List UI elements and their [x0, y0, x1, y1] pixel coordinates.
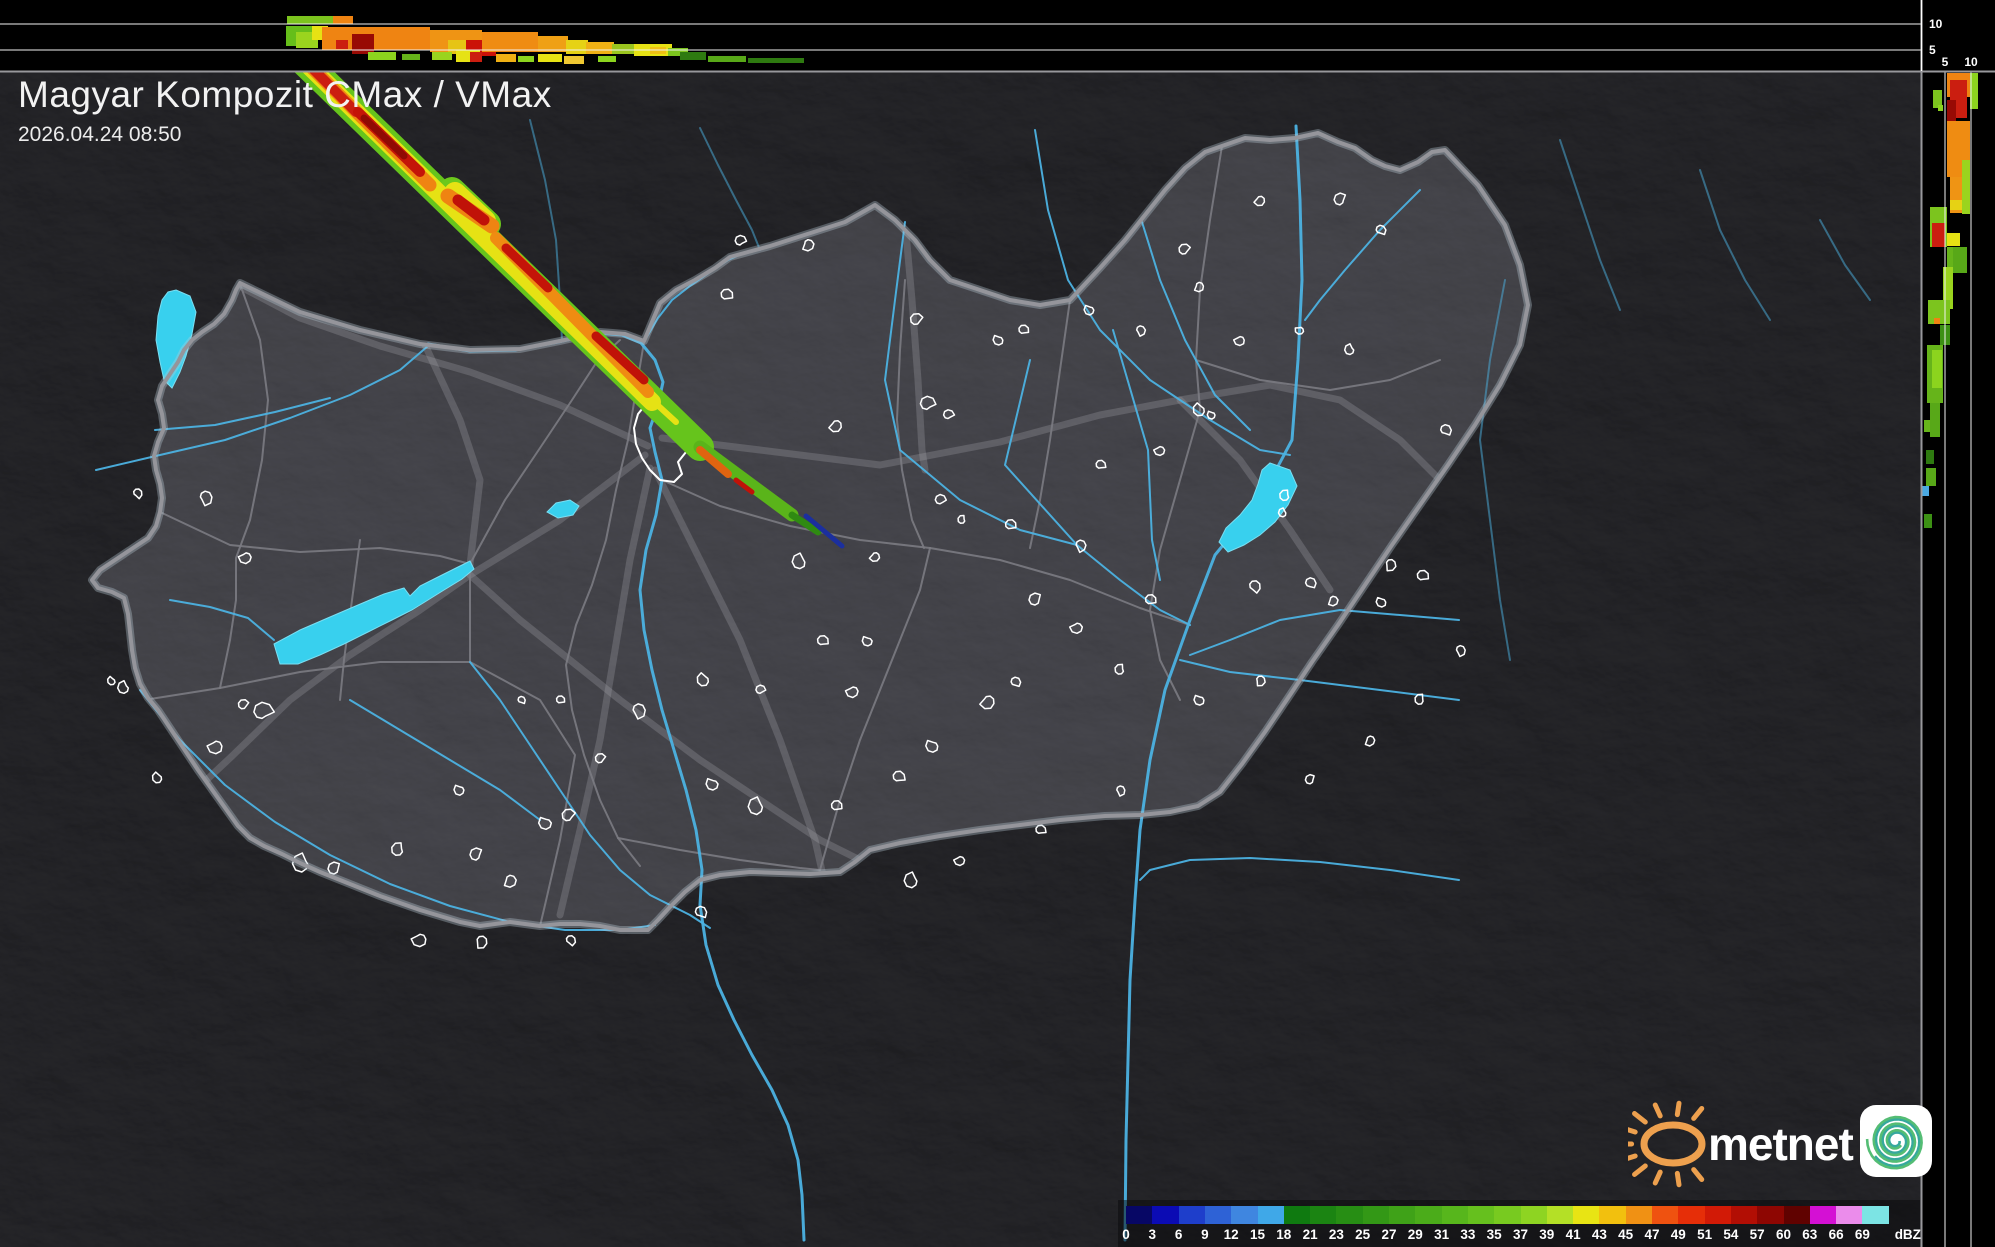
legend-cell — [1757, 1206, 1784, 1224]
legend-cell — [1205, 1206, 1232, 1224]
legend-tick: 15 — [1250, 1227, 1265, 1242]
legend-cell — [1705, 1206, 1732, 1224]
legend-tick: 18 — [1276, 1227, 1291, 1242]
legend-cell — [1126, 1206, 1153, 1224]
legend-cell — [1626, 1206, 1653, 1224]
cross-section-overlay: 105510 — [0, 0, 1995, 1247]
legend-tick: 63 — [1802, 1227, 1817, 1242]
axis-label: 10 — [1964, 55, 1978, 69]
timestamp: 2026.04.24 08:50 — [18, 123, 552, 147]
legend-tick: 49 — [1671, 1227, 1686, 1242]
legend-cell — [1415, 1206, 1442, 1224]
legend-cell — [1836, 1206, 1863, 1224]
legend-cell — [1810, 1206, 1837, 1224]
legend-cell — [1310, 1206, 1337, 1224]
legend-cell — [1336, 1206, 1363, 1224]
legend-tick: 29 — [1408, 1227, 1423, 1242]
legend-cell — [1231, 1206, 1258, 1224]
legend-cell — [1862, 1206, 1889, 1224]
legend-tick: 66 — [1829, 1227, 1844, 1242]
sun-icon — [1628, 1103, 1702, 1185]
legend-tick: 31 — [1434, 1227, 1449, 1242]
legend-tick: 25 — [1355, 1227, 1370, 1242]
axis-label: 10 — [1929, 17, 1943, 31]
title-block: Magyar Kompozit CMax / VMax 2026.04.24 0… — [18, 74, 552, 147]
legend-tick: 0 — [1122, 1227, 1130, 1242]
legend-tick: 3 — [1149, 1227, 1157, 1242]
legend-cell — [1599, 1206, 1626, 1224]
legend-cell — [1494, 1206, 1521, 1224]
legend-tick: 27 — [1381, 1227, 1396, 1242]
legend-cell — [1468, 1206, 1495, 1224]
legend-tick: 33 — [1460, 1227, 1475, 1242]
legend-tick: 23 — [1329, 1227, 1344, 1242]
legend-cell — [1521, 1206, 1548, 1224]
legend-cell — [1442, 1206, 1469, 1224]
legend-tick: 9 — [1201, 1227, 1209, 1242]
legend-cell — [1389, 1206, 1416, 1224]
legend-tick: 60 — [1776, 1227, 1791, 1242]
page-title: Magyar Kompozit CMax / VMax — [18, 74, 552, 116]
legend-tick: 39 — [1539, 1227, 1554, 1242]
legend-cell — [1152, 1206, 1179, 1224]
legend-cell — [1284, 1206, 1311, 1224]
legend-cell — [1363, 1206, 1390, 1224]
legend-cell — [1179, 1206, 1206, 1224]
spiral-app-icon — [1860, 1105, 1932, 1177]
legend-tick: 51 — [1697, 1227, 1712, 1242]
legend-cell — [1784, 1206, 1811, 1224]
legend-tick: 43 — [1592, 1227, 1607, 1242]
legend-tick: 21 — [1303, 1227, 1318, 1242]
legend-cell — [1258, 1206, 1285, 1224]
legend-unit: dBZ — [1895, 1227, 1921, 1242]
legend-tick: 41 — [1566, 1227, 1581, 1242]
legend-cell — [1547, 1206, 1574, 1224]
legend-tick: 57 — [1750, 1227, 1765, 1242]
radar-composite-screen: 105510 Magyar Kompozit CMax / VMax 2026.… — [0, 0, 1995, 1247]
legend-cell — [1678, 1206, 1705, 1224]
legend-tick: 47 — [1644, 1227, 1659, 1242]
legend-cell — [1652, 1206, 1679, 1224]
brand-name: metnet — [1708, 1118, 1853, 1170]
legend-tick: 35 — [1487, 1227, 1502, 1242]
legend-tick: 69 — [1855, 1227, 1870, 1242]
legend-cell — [1731, 1206, 1758, 1224]
legend-cell — [1573, 1206, 1600, 1224]
metnet-logo: metnet — [1628, 1098, 1958, 1190]
axis-label: 5 — [1942, 55, 1949, 69]
legend-tick: 37 — [1513, 1227, 1528, 1242]
legend-tick: 12 — [1224, 1227, 1239, 1242]
legend-tick: 6 — [1175, 1227, 1183, 1242]
axis-label: 5 — [1929, 43, 1936, 57]
legend-tick: 45 — [1618, 1227, 1633, 1242]
legend-tick: 54 — [1723, 1227, 1738, 1242]
